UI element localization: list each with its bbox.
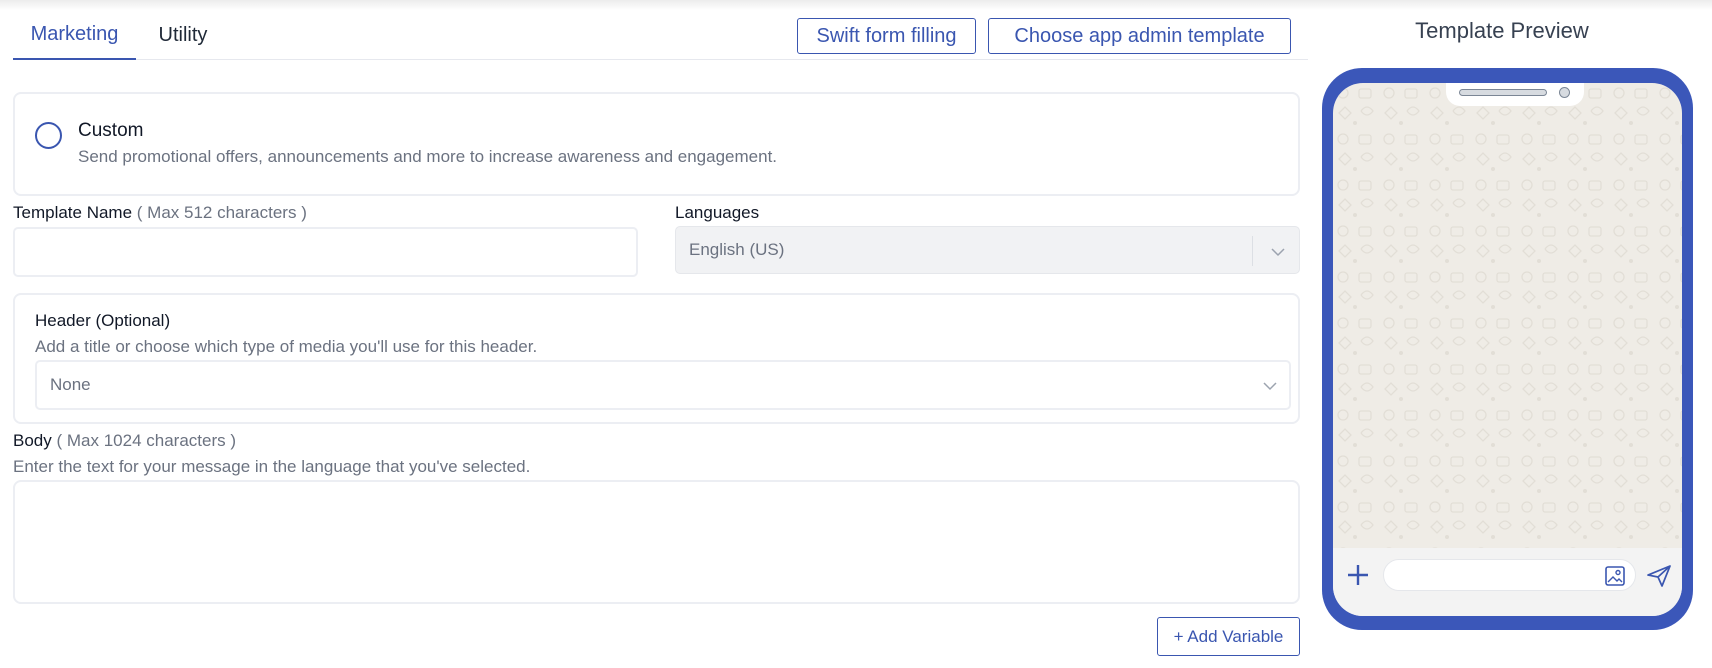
phone-speaker (1459, 89, 1547, 96)
body-description: Enter the text for your message in the l… (13, 457, 531, 476)
header-type-select[interactable]: None (35, 360, 1291, 410)
image-icon[interactable] (1605, 566, 1625, 586)
top-shadow (0, 0, 1712, 10)
body-label-text: Body (13, 431, 52, 450)
languages-selected-value: English (US) (689, 240, 785, 259)
chevron-down-icon (1263, 382, 1277, 391)
phone-frame (1322, 68, 1693, 630)
swift-form-filling-button[interactable]: Swift form filling (797, 18, 976, 54)
languages-select[interactable]: English (US) (675, 226, 1300, 274)
select-divider (1252, 236, 1253, 266)
header-type-selected-value: None (50, 375, 91, 394)
add-variable-button[interactable]: + Add Variable (1157, 617, 1300, 656)
header-description: Add a title or choose which type of medi… (35, 337, 538, 356)
template-name-label: Template Name ( Max 512 characters ) (13, 203, 307, 223)
body-textarea[interactable] (13, 480, 1300, 604)
template-name-hint: ( Max 512 characters ) (136, 203, 307, 222)
phone-screen (1333, 83, 1682, 616)
preview-title: Template Preview (1415, 18, 1589, 43)
tab-marketing[interactable]: Marketing (13, 10, 136, 60)
chevron-down-icon (1271, 248, 1285, 257)
chat-message-input[interactable] (1383, 559, 1636, 591)
phone-notch (1446, 83, 1584, 106)
chat-wallpaper-pattern (1333, 83, 1682, 548)
tab-utility[interactable]: Utility (136, 10, 230, 60)
template-name-label-text: Template Name (13, 203, 133, 222)
category-title: Custom (78, 120, 144, 141)
choose-app-admin-template-button[interactable]: Choose app admin template (988, 18, 1291, 54)
header-title: Header (Optional) (35, 311, 171, 330)
category-card[interactable]: Custom Send promotional offers, announce… (13, 92, 1300, 196)
body-label: Body ( Max 1024 characters ) (13, 431, 236, 451)
send-icon[interactable] (1646, 564, 1672, 588)
body-hint: ( Max 1024 characters ) (56, 431, 236, 450)
category-radio[interactable] (35, 122, 62, 149)
template-name-input[interactable] (13, 227, 638, 277)
category-description: Send promotional offers, announcements a… (78, 147, 778, 166)
chat-input-bar (1333, 548, 1682, 616)
header-card: Header (Optional) Add a title or choose … (13, 293, 1300, 424)
languages-label: Languages (675, 203, 760, 222)
phone-camera (1559, 87, 1570, 98)
plus-icon[interactable] (1346, 563, 1370, 587)
